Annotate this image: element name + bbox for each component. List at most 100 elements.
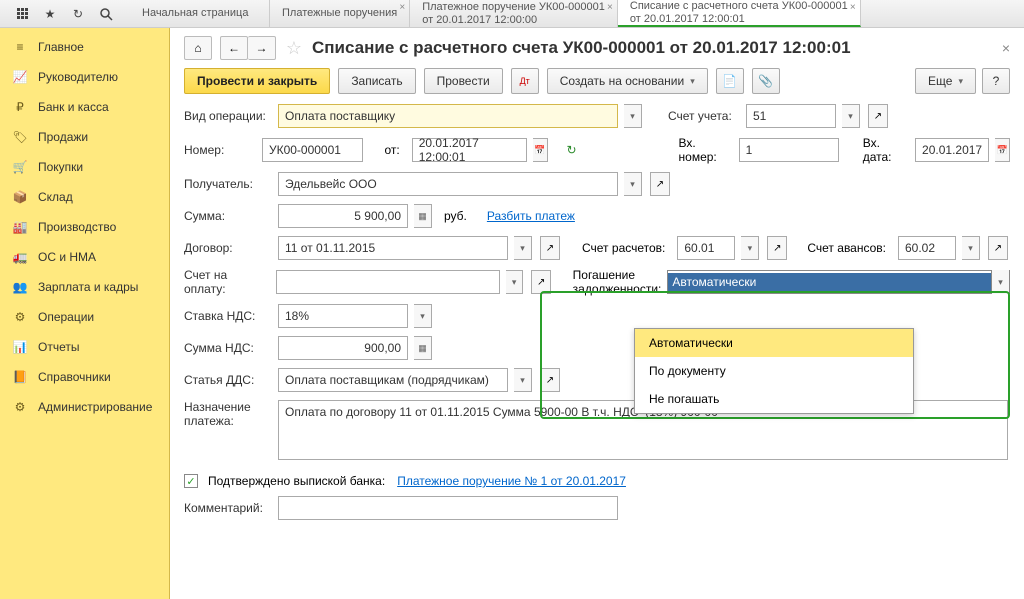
advance-acc-label: Счет авансов:	[807, 241, 886, 255]
print-button[interactable]: 📄	[716, 68, 744, 94]
calendar-icon[interactable]: 📅	[533, 138, 548, 162]
sidebar-item-salary[interactable]: 👥Зарплата и кадры	[0, 272, 169, 302]
sidebar-item-main[interactable]: ≡Главное	[0, 32, 169, 62]
confirmed-link[interactable]: Платежное поручение № 1 от 20.01.2017	[397, 474, 626, 488]
refresh-icon[interactable]: ↻	[567, 143, 577, 157]
search-icon[interactable]	[98, 6, 114, 22]
dropdown-icon[interactable]: ▾	[414, 304, 432, 328]
sidebar-item-production[interactable]: 🏭Производство	[0, 212, 169, 242]
gear-icon: ⚙	[12, 399, 28, 415]
more-button[interactable]: Еще	[915, 68, 976, 94]
sidebar-item-reports[interactable]: 📊Отчеты	[0, 332, 169, 362]
tab-payment-doc[interactable]: Платежное поручение УК00-000001от 20.01.…	[410, 0, 618, 27]
op-type-input[interactable]: Оплата поставщику	[278, 104, 618, 128]
open-ref-button[interactable]: ↗	[767, 236, 787, 260]
post-button[interactable]: Провести	[424, 68, 503, 94]
advance-acc-input[interactable]: 60.02	[898, 236, 956, 260]
back-button[interactable]: ←	[220, 36, 248, 60]
sidebar-item-warehouse[interactable]: 📦Склад	[0, 182, 169, 212]
sidebar-item-assets[interactable]: 🚛ОС и НМА	[0, 242, 169, 272]
open-ref-button[interactable]: ↗	[988, 236, 1008, 260]
bars-icon: 📊	[12, 339, 28, 355]
save-button[interactable]: Записать	[338, 68, 415, 94]
invoice-input[interactable]	[276, 270, 500, 294]
titlebar: ⌂ ←→ ☆ Списание с расчетного счета УК00-…	[184, 36, 1010, 60]
debt-selected-value: Автоматически	[668, 273, 991, 291]
tag-icon: 🏷	[12, 129, 28, 145]
close-icon[interactable]: ×	[850, 2, 856, 13]
favorite-icon[interactable]: ☆	[284, 38, 304, 59]
forward-button[interactable]: →	[248, 36, 276, 60]
number-label: Номер:	[184, 143, 256, 157]
sidebar-item-purchases[interactable]: 🛒Покупки	[0, 152, 169, 182]
dropdown-icon[interactable]: ▾	[506, 270, 524, 294]
vat-amount-input[interactable]: 900,00	[278, 336, 408, 360]
debt-option-doc[interactable]: По документу	[635, 357, 913, 385]
vat-rate-input[interactable]: 18%	[278, 304, 408, 328]
dropdown-icon[interactable]: ▾	[624, 104, 642, 128]
comment-input[interactable]	[278, 496, 618, 520]
settle-acc-input[interactable]: 60.01	[677, 236, 735, 260]
star-icon[interactable]: ★	[42, 6, 58, 22]
tab-payments[interactable]: Платежные поручения×	[270, 0, 410, 27]
account-input[interactable]: 51	[746, 104, 836, 128]
sidebar-item-manager[interactable]: 📈Руководителю	[0, 62, 169, 92]
dropdown-icon[interactable]: ▾	[962, 236, 980, 260]
dropdown-icon[interactable]: ▾	[842, 104, 860, 128]
calc-icon[interactable]: ▦	[414, 336, 432, 360]
dropdown-icon[interactable]: ▾	[624, 172, 642, 196]
debt-dropdown-input[interactable]: Автоматически ▾	[667, 270, 1010, 294]
dropdown-icon[interactable]: ▾	[741, 236, 759, 260]
dropdown-icon[interactable]: ▾	[514, 236, 532, 260]
dropdown-icon[interactable]: ▾	[991, 270, 1009, 294]
people-icon: 👥	[12, 279, 28, 295]
open-ref-button[interactable]: ↗	[650, 172, 670, 196]
in-date-input[interactable]: 20.01.2017	[915, 138, 989, 162]
amount-input[interactable]: 5 900,00	[278, 204, 408, 228]
open-ref-button[interactable]: ↗	[540, 236, 560, 260]
amount-label: Сумма:	[184, 209, 272, 223]
recipient-input[interactable]: Эдельвейс ООО	[278, 172, 618, 196]
calendar-icon[interactable]: 📅	[995, 138, 1010, 162]
number-input[interactable]: УК00-000001	[262, 138, 363, 162]
comment-label: Комментарий:	[184, 501, 272, 515]
dds-input[interactable]: Оплата поставщикам (подрядчикам)	[278, 368, 508, 392]
close-page-button[interactable]: ×	[1002, 40, 1010, 56]
debt-label-2: задолженности:	[573, 282, 662, 296]
open-ref-button[interactable]: ↗	[540, 368, 560, 392]
tab-home[interactable]: Начальная страница	[130, 0, 270, 27]
dt-kt-button[interactable]: Дт	[511, 68, 539, 94]
apps-icon[interactable]	[14, 6, 30, 22]
book-icon: 📙	[12, 369, 28, 385]
purpose-label-1: Назначение	[184, 400, 272, 414]
sidebar: ≡Главное 📈Руководителю ₽Банк и касса 🏷Пр…	[0, 28, 170, 599]
history-icon[interactable]: ↻	[70, 6, 86, 22]
open-ref-button[interactable]: ↗	[531, 270, 551, 294]
sidebar-item-bank[interactable]: ₽Банк и касса	[0, 92, 169, 122]
tab-writeoff[interactable]: Списание с расчетного счета УК00-000001о…	[618, 0, 861, 27]
settle-acc-label: Счет расчетов:	[582, 241, 665, 255]
confirmed-checkbox[interactable]: ✓	[184, 474, 198, 488]
tabs-container: Начальная страница Платежные поручения× …	[130, 0, 861, 27]
close-icon[interactable]: ×	[399, 2, 405, 13]
home-button[interactable]: ⌂	[184, 36, 212, 60]
debt-option-none[interactable]: Не погашать	[635, 385, 913, 413]
open-ref-button[interactable]: ↗	[868, 104, 888, 128]
create-by-button[interactable]: Создать на основании	[547, 68, 708, 94]
in-number-input[interactable]: 1	[739, 138, 840, 162]
attach-button[interactable]: 📎	[752, 68, 780, 94]
calc-icon[interactable]: ▦	[414, 204, 432, 228]
help-button[interactable]: ?	[982, 68, 1010, 94]
ruble-icon: ₽	[12, 99, 28, 115]
close-icon[interactable]: ×	[607, 2, 613, 13]
sidebar-item-admin[interactable]: ⚙Администрирование	[0, 392, 169, 422]
sidebar-item-references[interactable]: 📙Справочники	[0, 362, 169, 392]
contract-input[interactable]: 11 от 01.11.2015	[278, 236, 508, 260]
sidebar-item-operations[interactable]: ⚙Операции	[0, 302, 169, 332]
date-input[interactable]: 20.01.2017 12:00:01	[412, 138, 527, 162]
sidebar-item-sales[interactable]: 🏷Продажи	[0, 122, 169, 152]
dropdown-icon[interactable]: ▾	[514, 368, 532, 392]
split-payment-link[interactable]: Разбить платеж	[487, 209, 575, 223]
post-close-button[interactable]: Провести и закрыть	[184, 68, 330, 94]
debt-option-auto[interactable]: Автоматически	[635, 329, 913, 357]
